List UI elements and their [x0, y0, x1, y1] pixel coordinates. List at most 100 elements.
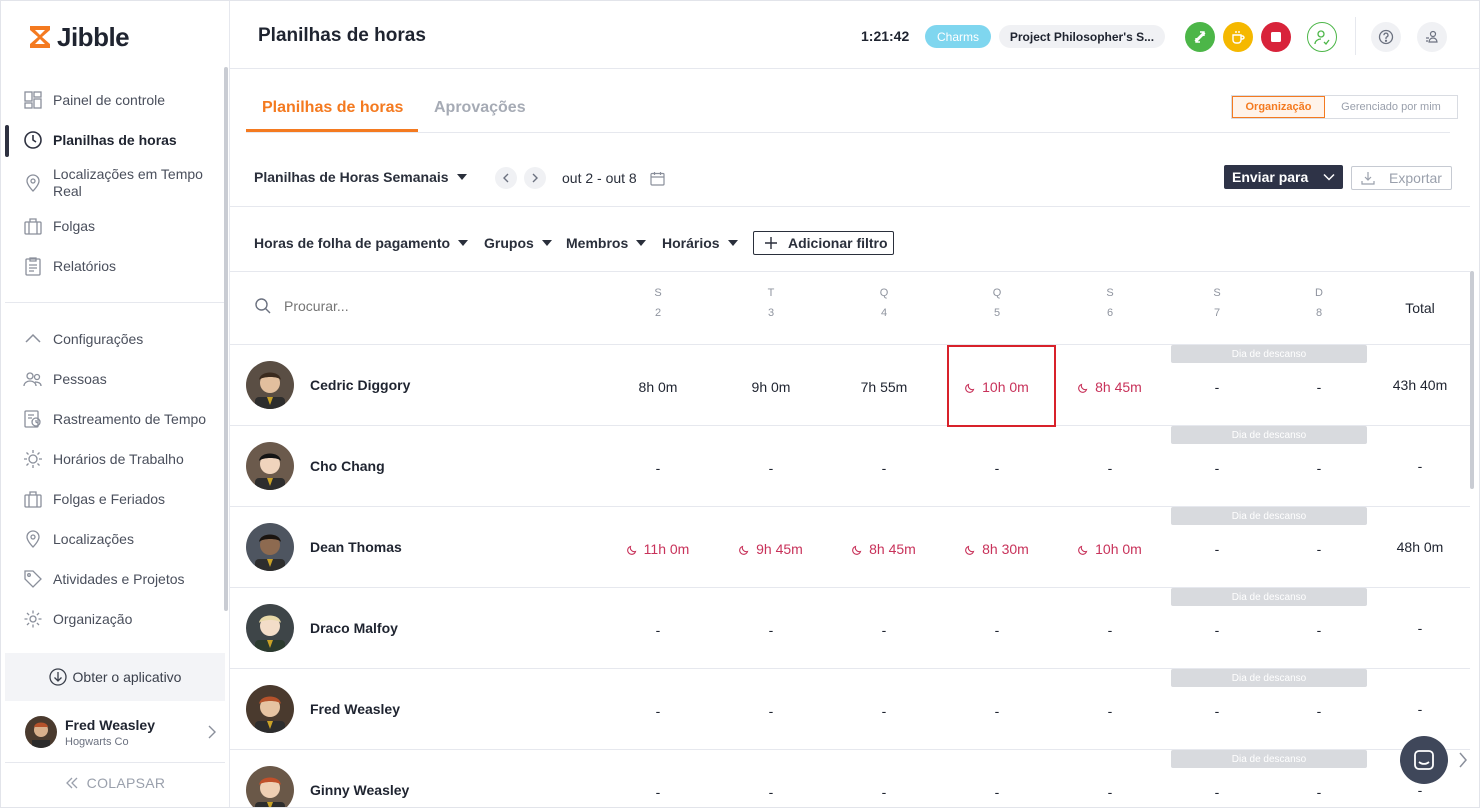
filter-groups[interactable]: Grupos	[484, 235, 552, 251]
scope-option-managed-by-me[interactable]: Gerenciado por mim	[1325, 96, 1457, 118]
add-filter-button[interactable]: Adicionar filtro	[753, 231, 894, 255]
member-name[interactable]: Ginny Weasley	[310, 782, 409, 798]
day-cell[interactable]: 8h 0m	[603, 379, 713, 395]
day-cell[interactable]: -	[829, 460, 939, 476]
sidebar-item-reports[interactable]: Relatórios	[1, 256, 226, 276]
day-cell[interactable]: -	[716, 622, 826, 638]
day-cell-value: 9h 0m	[751, 379, 791, 395]
day-cell[interactable]: -	[1264, 784, 1374, 800]
table-row[interactable]: Dean Thomas Dia de descanso 11h 0m 9h 45m 8h…	[230, 507, 1470, 588]
day-cell[interactable]: -	[1162, 622, 1272, 638]
current-user-card[interactable]: Fred Weasley Hogwarts Co	[5, 702, 225, 762]
day-cell[interactable]: -	[1264, 703, 1374, 719]
day-cell[interactable]: -	[716, 460, 826, 476]
send-to-button[interactable]: Enviar para	[1224, 165, 1343, 189]
day-cell[interactable]: -	[1162, 541, 1272, 557]
day-cell[interactable]: -	[603, 622, 713, 638]
day-cell[interactable]: -	[1264, 379, 1374, 395]
day-cell[interactable]: 10h 0m	[1055, 541, 1165, 557]
member-name[interactable]: Cedric Diggory	[310, 377, 410, 393]
day-cell[interactable]: -	[1055, 703, 1165, 719]
get-app-button[interactable]: Obter o aplicativo	[5, 653, 225, 701]
sidebar-item-work-schedules[interactable]: Horários de Trabalho	[1, 449, 226, 469]
day-cell[interactable]: -	[1162, 784, 1272, 800]
sidebar-item-organization[interactable]: Organização	[1, 609, 226, 629]
day-cell[interactable]: -	[1055, 784, 1165, 800]
day-cell[interactable]: -	[1162, 460, 1272, 476]
switch-activity-button[interactable]	[1185, 22, 1215, 52]
date-range-picker[interactable]: out 2 - out 8	[562, 170, 665, 186]
day-cell[interactable]: 9h 45m	[716, 541, 826, 557]
day-cell[interactable]: -	[829, 622, 939, 638]
table-row[interactable]: Cho Chang Dia de descanso - - - - - - - -	[230, 426, 1470, 507]
export-button[interactable]: Exportar	[1351, 166, 1452, 190]
filter-schedules[interactable]: Horários	[662, 235, 738, 251]
member-name[interactable]: Draco Malfoy	[310, 620, 398, 636]
day-cell[interactable]: -	[716, 784, 826, 800]
table-row[interactable]: Draco Malfoy Dia de descanso - - - - - - - -	[230, 588, 1470, 669]
day-cell[interactable]: -	[942, 622, 1052, 638]
sidebar-item-dashboard[interactable]: Painel de controle	[1, 90, 226, 110]
day-cell[interactable]: 7h 55m	[829, 379, 939, 395]
scope-option-organization[interactable]: Organização	[1232, 96, 1325, 118]
tab-timesheets[interactable]: Planilhas de horas	[262, 99, 403, 117]
table-row[interactable]: Ginny Weasley Dia de descanso - - - - - - - -	[230, 750, 1470, 807]
member-search[interactable]	[254, 297, 484, 315]
day-cell[interactable]: -	[1264, 460, 1374, 476]
sidebar-item-live-locations[interactable]: Localizações em Tempo Real	[1, 166, 226, 200]
day-cell[interactable]: -	[829, 784, 939, 800]
day-cell[interactable]: -	[1055, 460, 1165, 476]
member-name[interactable]: Dean Thomas	[310, 539, 402, 555]
day-cell[interactable]: -	[603, 460, 713, 476]
day-cell[interactable]: -	[1162, 703, 1272, 719]
table-row[interactable]: Fred Weasley Dia de descanso - - - - - - - -	[230, 669, 1470, 750]
day-cell[interactable]: -	[1162, 379, 1272, 395]
day-cell[interactable]: 8h 30m	[942, 541, 1052, 557]
day-cell[interactable]: -	[603, 703, 713, 719]
member-name[interactable]: Fred Weasley	[310, 701, 400, 717]
project-pill[interactable]: Project Philosopher's S...	[999, 25, 1165, 48]
day-cell[interactable]: -	[1264, 541, 1374, 557]
jibble-logo[interactable]: Jibble	[27, 21, 130, 53]
sidebar-scrollbar[interactable]	[224, 67, 228, 611]
day-cell[interactable]: -	[829, 703, 939, 719]
day-cell[interactable]: 8h 45m	[829, 541, 939, 557]
sidebar-item-time-tracking[interactable]: Rastreamento de Tempo	[1, 409, 226, 429]
table-scrollbar[interactable]	[1470, 271, 1474, 489]
chevron-right-icon[interactable]	[1458, 752, 1468, 768]
day-cell[interactable]: -	[942, 784, 1052, 800]
day-cell[interactable]: -	[716, 703, 826, 719]
sidebar-item-time-off[interactable]: Folgas	[1, 216, 226, 236]
organization-switch-button[interactable]	[1417, 22, 1447, 52]
next-week-button[interactable]	[524, 167, 546, 189]
day-cell[interactable]: 8h 45m	[1055, 379, 1165, 395]
day-cell[interactable]: -	[1264, 622, 1374, 638]
day-cell[interactable]: -	[1055, 622, 1165, 638]
day-cell[interactable]: -	[603, 784, 713, 800]
sidebar-section-settings[interactable]: Configurações	[1, 329, 226, 349]
collapse-sidebar-button[interactable]: COLAPSAR	[5, 763, 225, 803]
sidebar-item-locations[interactable]: Localizações	[1, 529, 226, 549]
day-cell[interactable]: -	[942, 460, 1052, 476]
break-button[interactable]	[1223, 22, 1253, 52]
chat-support-button[interactable]	[1400, 736, 1448, 784]
table-row[interactable]: Cedric Diggory Dia de descanso 8h 0m 9h 0m 7…	[230, 345, 1470, 426]
help-button[interactable]	[1371, 22, 1401, 52]
clock-in-user-button[interactable]	[1307, 22, 1337, 52]
previous-week-button[interactable]	[495, 167, 517, 189]
filter-payroll-hours[interactable]: Horas de folha de pagamento	[254, 235, 469, 251]
activity-pill[interactable]: Charms	[925, 25, 991, 48]
member-name[interactable]: Cho Chang	[310, 458, 385, 474]
search-input[interactable]	[284, 298, 484, 314]
sidebar-item-timesheets[interactable]: Planilhas de horas	[1, 130, 226, 150]
day-cell[interactable]: 9h 0m	[716, 379, 826, 395]
sidebar-item-people[interactable]: Pessoas	[1, 369, 226, 389]
sidebar-item-activities-projects[interactable]: Atividades e Projetos	[1, 569, 226, 589]
day-cell[interactable]: 11h 0m	[603, 541, 713, 557]
sidebar-item-holidays[interactable]: Folgas e Feriados	[1, 489, 226, 509]
filter-members[interactable]: Membros	[566, 235, 647, 251]
day-cell[interactable]: -	[942, 703, 1052, 719]
stop-timer-button[interactable]	[1261, 22, 1291, 52]
tab-approvals[interactable]: Aprovações	[434, 99, 526, 117]
view-type-dropdown[interactable]: Planilhas de Horas Semanais	[254, 169, 467, 185]
